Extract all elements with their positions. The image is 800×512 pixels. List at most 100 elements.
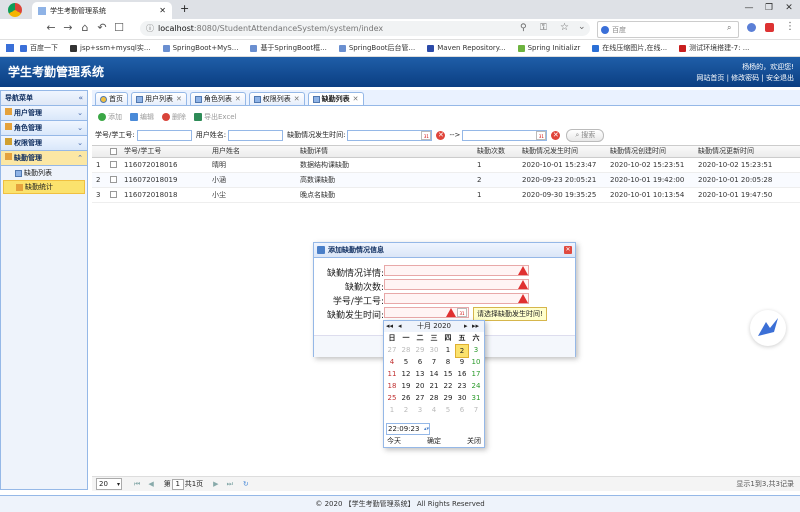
sidebar-group-role[interactable]: 角色管理 ⌄	[1, 121, 87, 136]
calendar-day[interactable]: 28	[427, 392, 441, 404]
calendar-day[interactable]: 31	[469, 392, 483, 404]
close-icon[interactable]: ✕	[353, 93, 359, 105]
sidebar-item-absence-list[interactable]: 缺勤列表	[3, 167, 85, 179]
column-header[interactable]: 学号/学工号	[124, 146, 161, 157]
calendar-day[interactable]: 15	[441, 368, 455, 380]
row-checkbox[interactable]	[110, 161, 117, 168]
calendar-day[interactable]: 23	[455, 380, 469, 392]
column-header[interactable]: 缺勤详情	[300, 146, 328, 157]
calendar-day[interactable]: 18	[385, 380, 399, 392]
calendar-day[interactable]: 3	[413, 404, 427, 416]
table-row[interactable]: 1 116072018016 晴明 数据结构课缺勤 1 2020-10-01 15:23:…	[92, 158, 800, 173]
calendar-day[interactable]: 28	[399, 344, 413, 356]
clear-icon[interactable]: ✕	[436, 130, 446, 140]
calendar-day[interactable]: 20	[413, 380, 427, 392]
search-button[interactable]: ⌕ 搜索	[566, 128, 605, 142]
calendar-day[interactable]: 14	[427, 368, 441, 380]
calendar-day[interactable]: 29	[441, 392, 455, 404]
search-input[interactable]: 百度	[597, 21, 739, 38]
translate-icon[interactable]: ⚲	[520, 23, 527, 33]
tab-role-list[interactable]: 角色列表 ✕	[189, 92, 246, 105]
header-links[interactable]: 网站首页 | 修改密码 | 安全退出	[660, 73, 794, 83]
count-input[interactable]	[384, 279, 529, 290]
time-to-input[interactable]: 31	[462, 129, 548, 141]
close-window-icon[interactable]: ✕	[782, 3, 796, 15]
detail-input[interactable]	[384, 265, 529, 276]
calendar-day[interactable]: 7	[427, 356, 441, 368]
row-checkbox[interactable]	[110, 191, 117, 198]
student-no-input[interactable]	[136, 129, 192, 141]
export-button[interactable]: 导出Excel	[194, 112, 237, 122]
clear-icon[interactable]: ✕	[551, 130, 561, 140]
bookmark-item[interactable]: jsp+ssm+mysql实...	[70, 43, 151, 53]
key-icon[interactable]: ⚿	[540, 23, 547, 33]
calendar-day[interactable]: 5	[441, 404, 455, 416]
bookmark-item[interactable]: Spring Initializr	[517, 44, 580, 52]
tab-home[interactable]: 首页	[95, 92, 128, 105]
calendar-day[interactable]: 27	[385, 344, 399, 356]
close-icon[interactable]: ✕	[176, 93, 182, 105]
bookmark-item[interactable]: Maven Repository...	[427, 44, 506, 52]
calendar-day[interactable]: 22	[441, 380, 455, 392]
student-name-input[interactable]	[228, 129, 284, 141]
calendar-day[interactable]: 10	[469, 356, 483, 368]
calendar-day[interactable]: 24	[469, 380, 483, 392]
extension-red-icon[interactable]	[765, 23, 774, 32]
bookmark-item[interactable]: SpringBoot+MyS...	[162, 44, 238, 52]
sidebar-group-absence[interactable]: 缺勤管理 ⌃	[1, 151, 87, 166]
bookmark-item[interactable]: 在线压缩图片,在线...	[592, 43, 667, 53]
today-button[interactable]: 今天	[387, 436, 401, 446]
calendar-day[interactable]: 9	[455, 356, 469, 368]
dropdown-icon[interactable]: ⌄	[578, 22, 586, 32]
column-header[interactable]: 缺勤情况创建时间	[610, 146, 666, 157]
row-checkbox[interactable]	[110, 176, 117, 183]
history-icon[interactable]: ☐	[112, 21, 126, 35]
table-row[interactable]: 2 116072018019 小涵 高数课缺勤 2 2020-09-23 20:05:21…	[92, 173, 800, 188]
calendar-day[interactable]: 5	[399, 356, 413, 368]
select-all-checkbox[interactable]	[110, 148, 117, 155]
calendar-day[interactable]: 6	[455, 404, 469, 416]
calendar-day[interactable]: 30	[427, 344, 441, 356]
close-icon[interactable]: ✕	[159, 6, 166, 15]
maximize-icon[interactable]: ❐	[762, 3, 776, 15]
ok-button[interactable]: 确定	[427, 436, 441, 446]
calendar-day[interactable]: 8	[441, 356, 455, 368]
refresh-icon[interactable]: ↻	[243, 480, 249, 488]
student-no-field[interactable]	[384, 293, 529, 304]
spinner-icon[interactable]: ▴▾	[424, 426, 429, 432]
collapse-icon[interactable]: «	[78, 91, 83, 105]
star-icon[interactable]: ☆	[560, 22, 569, 33]
last-page-icon[interactable]: ⏭	[227, 480, 233, 489]
delete-button[interactable]: 删除	[162, 112, 186, 122]
search-icon[interactable]: ⌕	[727, 23, 731, 33]
first-page-icon[interactable]: ⏮	[134, 480, 140, 489]
edit-button[interactable]: 编辑	[130, 112, 154, 122]
close-icon[interactable]: ✕	[564, 246, 572, 254]
column-header[interactable]: 用户姓名	[212, 146, 240, 157]
calendar-day[interactable]: 16	[455, 368, 469, 380]
bookmark-item[interactable]: 基于SpringBoot框...	[250, 43, 327, 53]
calendar-day[interactable]: 11	[385, 368, 399, 380]
bookmark-item[interactable]: 测试环境搭建-7: ...	[679, 43, 749, 53]
calendar-day[interactable]: 1	[441, 344, 455, 356]
sidebar-group-permission[interactable]: 权限管理 ⌄	[1, 136, 87, 151]
close-button[interactable]: 关闭	[467, 436, 481, 446]
prev-page-icon[interactable]: ◀	[148, 480, 153, 488]
extension-icon[interactable]	[747, 23, 756, 32]
calendar-day[interactable]: 12	[399, 368, 413, 380]
calendar-icon[interactable]: 31	[457, 308, 467, 317]
page-input[interactable]: 1	[171, 478, 184, 490]
calendar-day[interactable]: 17	[469, 368, 483, 380]
sidebar-group-user[interactable]: 用户管理 ⌄	[1, 106, 87, 121]
close-icon[interactable]: ✕	[294, 93, 300, 105]
calendar-day[interactable]: 7	[469, 404, 483, 416]
close-icon[interactable]: ✕	[235, 93, 241, 105]
calendar-icon[interactable]: 31	[421, 130, 432, 140]
calendar-day[interactable]: 27	[413, 392, 427, 404]
home-icon[interactable]: ⌂	[78, 21, 92, 35]
page-size-select[interactable]: 20 ▾	[96, 478, 122, 490]
undo-icon[interactable]: ↶	[95, 21, 109, 35]
sidebar-item-absence-stats[interactable]: 缺勤统计	[3, 180, 85, 194]
new-tab-icon[interactable]: +	[180, 2, 189, 15]
back-icon[interactable]: ←	[44, 21, 58, 35]
